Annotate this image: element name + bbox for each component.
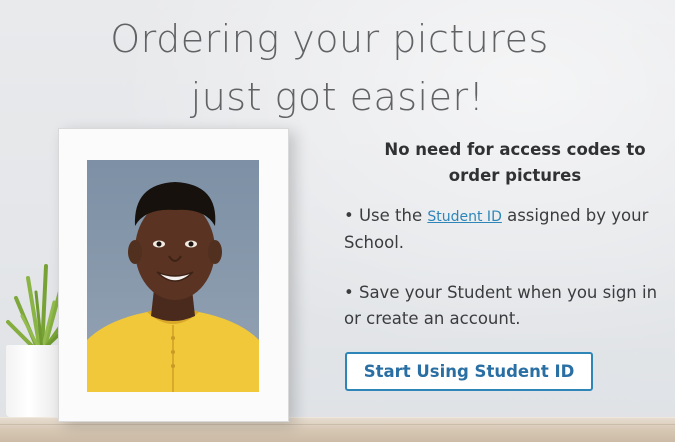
bullet-student-id: • Use the Student ID assigned by your Sc… — [344, 203, 664, 256]
photo-frame — [58, 128, 289, 422]
tagline: No need for access codes to order pictur… — [384, 140, 646, 185]
hero-banner: Ordering your pictures just got easier! — [0, 0, 675, 442]
student-portrait — [87, 160, 259, 392]
bullet-save-student: • Save your Student when you sign in or … — [344, 283, 658, 328]
bullet1-prefix: • Use the — [344, 206, 428, 225]
plant-pot — [6, 345, 64, 417]
start-using-student-id-button[interactable]: Start Using Student ID — [345, 352, 593, 391]
headline-line-1: Ordering your pictures — [110, 17, 549, 61]
student-id-link[interactable]: Student ID — [427, 209, 501, 225]
shelf-grain — [0, 424, 675, 425]
headline-line-2: just got easier! — [190, 75, 485, 119]
portrait-illustration — [87, 182, 259, 392]
